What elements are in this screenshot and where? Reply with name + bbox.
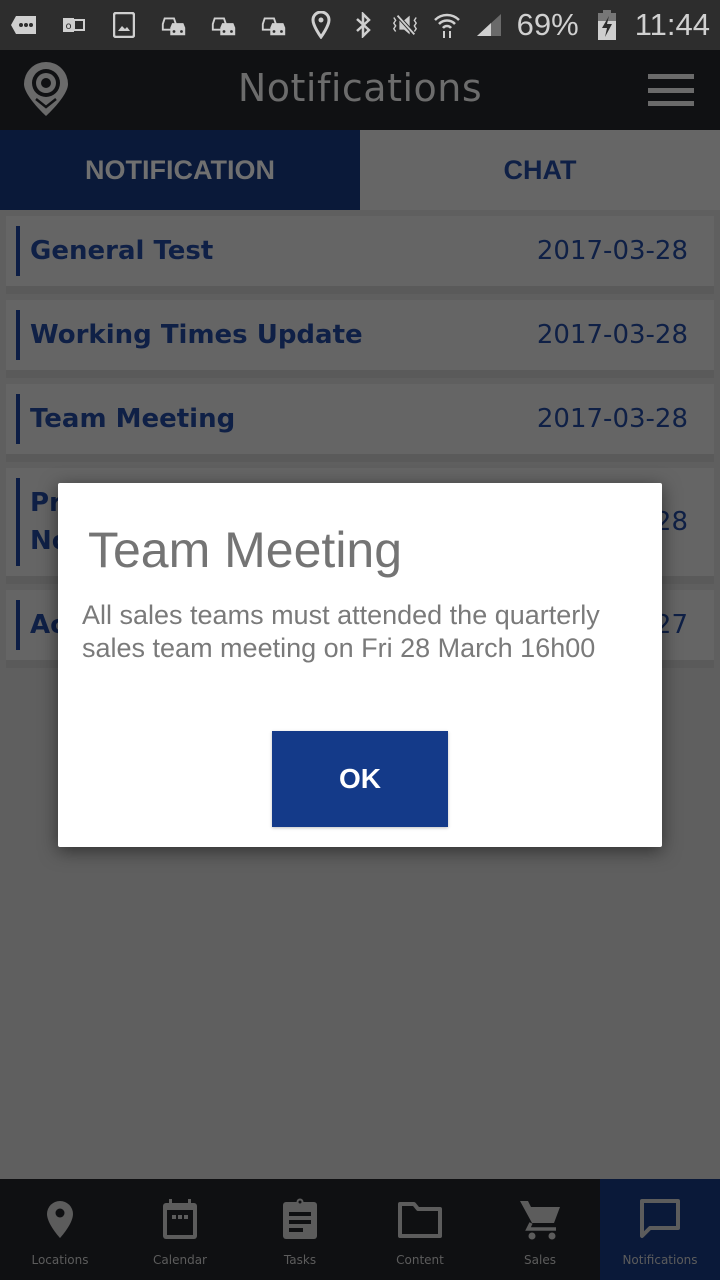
screen: o 69% 11:44 Notifications NOTIFICATION C… [0,0,720,1280]
svg-text:o: o [65,21,71,32]
wifi-icon [433,12,461,38]
cart-icon [518,1197,562,1241]
nav-tasks[interactable]: Tasks [240,1179,360,1280]
list-item[interactable]: Working Times Update 2017-03-28 [6,300,714,378]
signal-icon [475,12,503,38]
notification-title: Team Meeting [30,404,236,434]
tab-notification[interactable]: NOTIFICATION [0,130,360,210]
dialog-title: Team Meeting [88,522,403,578]
status-bar: o 69% 11:44 [0,0,720,50]
notification-title: Working Times Update [30,320,363,350]
app-bar: Notifications [0,50,720,130]
mute-vibrate-icon [391,12,419,38]
nav-label: Content [396,1253,444,1267]
list-item[interactable]: Team Meeting 2017-03-28 [6,384,714,462]
notification-date: 2017-03-28 [536,236,688,266]
traffic-icon [160,12,188,38]
bottom-navigation: Locations Calendar Tasks Content Sales N… [0,1179,720,1280]
battery-percent: 69% [516,7,579,42]
notification-date: 2017-03-28 [536,320,688,350]
location-pin-icon [38,1197,82,1241]
traffic-icon [260,12,288,38]
nav-calendar[interactable]: Calendar [120,1179,240,1280]
item-accent-bar [16,600,20,650]
battery-charging-icon [593,10,621,40]
tab-bar: NOTIFICATION CHAT [0,130,720,210]
more-notifications-icon [10,12,38,38]
gallery-icon [110,12,138,38]
nav-sales[interactable]: Sales [480,1179,600,1280]
page-title: Notifications [237,66,483,110]
dialog-message: All sales teams must attended the quarte… [82,600,600,663]
item-accent-bar [16,226,20,276]
notification-date: 2017-03-28 [536,404,688,434]
chat-bubble-icon [638,1197,682,1241]
outlook-icon: o [60,12,88,38]
nav-label: Sales [524,1253,556,1267]
calendar-icon [158,1197,202,1241]
nav-label: Locations [31,1253,89,1267]
nav-locations[interactable]: Locations [0,1179,120,1280]
bluetooth-icon [349,12,377,38]
nav-label: Calendar [153,1253,207,1267]
nav-notifications[interactable]: Notifications [600,1179,720,1280]
notification-title: General Test [30,236,214,266]
item-accent-bar [16,310,20,360]
nav-label: Tasks [283,1253,317,1267]
nav-content[interactable]: Content [360,1179,480,1280]
location-icon [307,11,335,39]
clipboard-icon [278,1197,322,1241]
nav-label: Notifications [622,1253,698,1267]
item-accent-bar [16,394,20,444]
clock: 11:44 [634,7,710,42]
list-item[interactable]: General Test 2017-03-28 [6,216,714,294]
item-accent-bar [16,478,20,566]
notification-dialog: Team Meeting All sales teams must attend… [58,483,662,847]
tab-chat[interactable]: CHAT [360,130,720,210]
folder-icon [398,1197,442,1241]
ok-button[interactable]: OK [272,731,448,827]
hamburger-menu-icon[interactable] [648,74,694,106]
traffic-icon [210,12,238,38]
